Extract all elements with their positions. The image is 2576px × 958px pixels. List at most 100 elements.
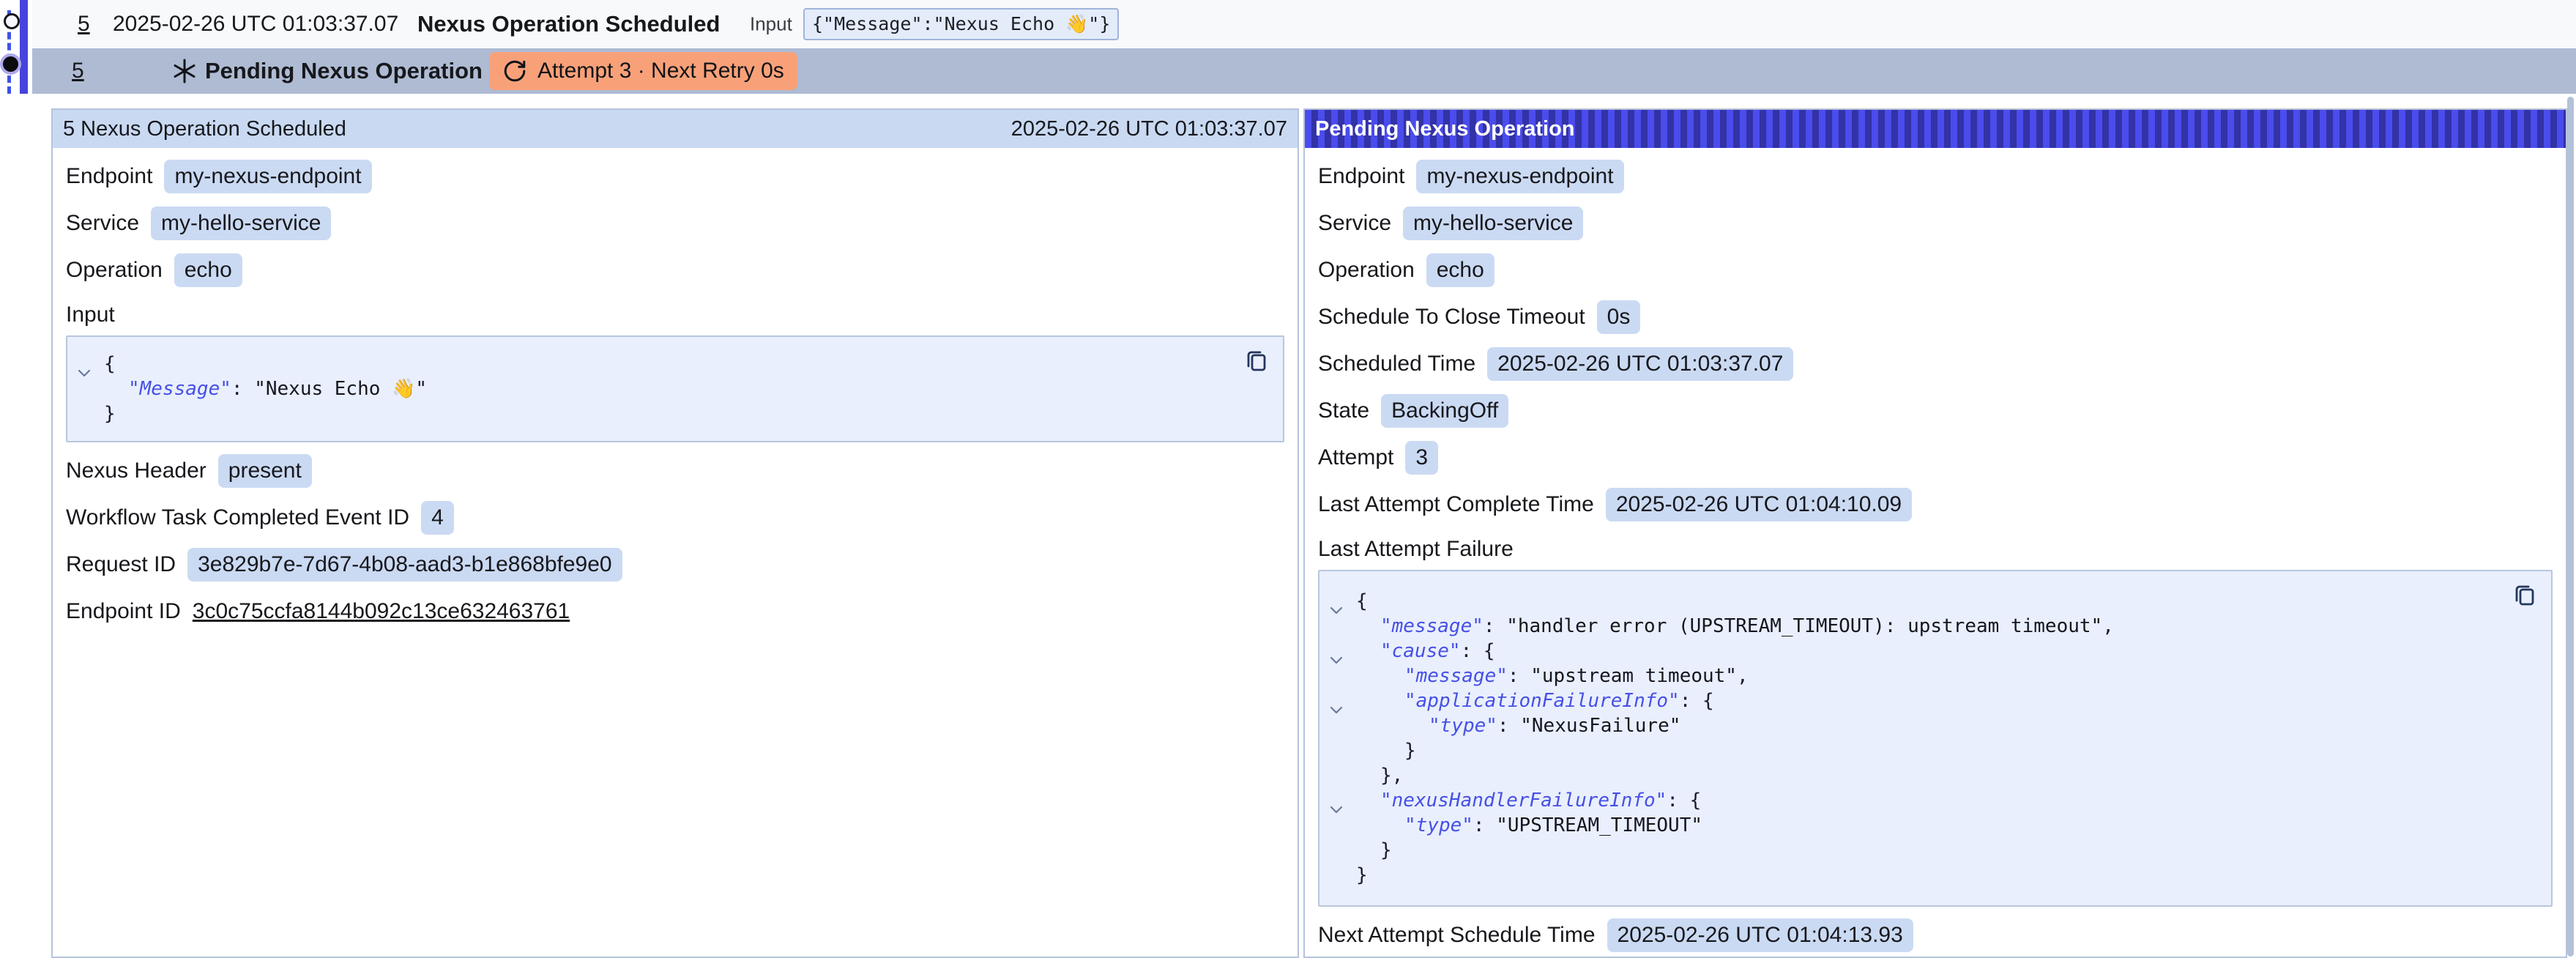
- refresh-icon: [502, 59, 527, 83]
- scheduled-time-chip: 2025-02-26 UTC 01:03:37.07: [1487, 347, 1793, 381]
- schedule-to-close-timeout-label: Schedule To Close Timeout: [1318, 305, 1585, 330]
- wtce-field: Workflow Task Completed Event ID 4: [66, 501, 1284, 535]
- pending-operation-header-title: Pending Nexus Operation: [1315, 117, 1575, 141]
- json-line-text: "nexusHandlerFailureInfo": {: [1356, 790, 1701, 812]
- json-line: "message": "handler error (UPSTREAM_TIME…: [1319, 614, 2507, 639]
- scheduled-time-label: Scheduled Time: [1318, 352, 1475, 376]
- state-chip: BackingOff: [1381, 394, 1508, 428]
- operation-label: Operation: [66, 258, 163, 283]
- last-attempt-complete-time-field: Last Attempt Complete Time 2025-02-26 UT…: [1318, 488, 2553, 521]
- input-json-block: { "Message": "Nexus Echo 👋"}: [66, 335, 1284, 442]
- retry-badge: Attempt 3 · Next Retry 0s: [489, 52, 797, 90]
- timeline-event-row[interactable]: 5 2025-02-26 UTC 01:03:37.07 Nexus Opera…: [32, 0, 2576, 48]
- json-line: "cause": {: [1319, 639, 2507, 664]
- event-detail-panel: 5 Nexus Operation Scheduled 2025-02-26 U…: [51, 108, 1299, 958]
- endpoint-label: Endpoint: [66, 164, 152, 189]
- copy-icon: [1243, 365, 1270, 376]
- last-attempt-failure-json-block: { "message": "handler error (UPSTREAM_TIM…: [1318, 570, 2553, 907]
- event-detail-header: 5 Nexus Operation Scheduled 2025-02-26 U…: [53, 110, 1298, 148]
- json-line-text: }: [104, 403, 116, 425]
- json-line-text: },: [1356, 765, 1403, 787]
- operation-field: Operation echo: [66, 253, 1284, 287]
- copy-button[interactable]: [1242, 347, 1271, 376]
- json-line: }: [1319, 863, 2507, 888]
- json-line: }: [1319, 738, 2507, 763]
- wtce-value-chip: 4: [421, 501, 454, 535]
- json-line-text: "Message": "Nexus Echo 👋": [104, 378, 427, 400]
- service-field: Service my-hello-service: [1318, 207, 2553, 240]
- json-line: }: [1319, 838, 2507, 863]
- json-line-text: "applicationFailureInfo": {: [1356, 690, 1714, 712]
- json-line: "nexusHandlerFailureInfo": {: [1319, 788, 2507, 813]
- wtce-label: Workflow Task Completed Event ID: [66, 505, 409, 530]
- event-input-label: Input: [750, 13, 792, 36]
- state-field: State BackingOff: [1318, 394, 2553, 428]
- endpoint-field: Endpoint my-nexus-endpoint: [1318, 160, 2553, 193]
- vertical-scrollbar[interactable]: [2567, 97, 2574, 957]
- endpoint-id-field: Endpoint ID 3c0c75ccfa8144b092c13ce63246…: [66, 595, 1284, 628]
- last-attempt-complete-time-chip: 2025-02-26 UTC 01:04:10.09: [1606, 488, 1912, 521]
- endpoint-id-link[interactable]: 3c0c75ccfa8144b092c13ce632463761: [193, 599, 570, 624]
- json-line-text: "type": "UPSTREAM_TIMEOUT": [1356, 814, 1702, 836]
- event-detail-header-title: 5 Nexus Operation Scheduled: [63, 117, 346, 141]
- pending-event-id-link[interactable]: 5: [72, 59, 84, 83]
- json-line: "Message": "Nexus Echo 👋": [67, 376, 1239, 401]
- json-line: "type": "UPSTREAM_TIMEOUT": [1319, 813, 2507, 838]
- timeline-active-bar: [20, 0, 28, 94]
- schedule-to-close-timeout-chip: 0s: [1597, 300, 1641, 334]
- pending-operation-header: Pending Nexus Operation: [1305, 110, 2566, 148]
- copy-icon: [2512, 600, 2538, 611]
- event-timestamp: 2025-02-26 UTC 01:03:37.07: [113, 12, 398, 37]
- timeline-pending-row[interactable]: 5 Pending Nexus Operation Attempt 3 · Ne…: [32, 48, 2576, 94]
- copy-button[interactable]: [2510, 582, 2539, 611]
- event-input-chip: {"Message":"Nexus Echo 👋"}: [803, 8, 1119, 40]
- state-label: State: [1318, 398, 1369, 423]
- json-line: {: [67, 352, 1239, 376]
- next-attempt-schedule-time-label: Next Attempt Schedule Time: [1318, 923, 1596, 948]
- attempt-field: Attempt 3: [1318, 441, 2553, 475]
- request-id-value-chip: 3e829b7e-7d67-4b08-aad3-b1e868bfe9e0: [187, 548, 622, 582]
- input-section-label: Input: [66, 300, 1284, 330]
- event-marker-open-circle-icon: [4, 13, 20, 29]
- retry-badge-text: Attempt 3 · Next Retry 0s: [537, 59, 784, 83]
- json-line: }: [67, 401, 1239, 426]
- request-id-field: Request ID 3e829b7e-7d67-4b08-aad3-b1e86…: [66, 548, 1284, 582]
- json-line-text: {: [1356, 590, 1368, 612]
- schedule-to-close-timeout-field: Schedule To Close Timeout 0s: [1318, 300, 2553, 334]
- attempt-label: Attempt: [1318, 445, 1393, 470]
- json-line: "applicationFailureInfo": {: [1319, 688, 2507, 713]
- scheduled-time-field: Scheduled Time 2025-02-26 UTC 01:03:37.0…: [1318, 347, 2553, 381]
- endpoint-id-label: Endpoint ID: [66, 599, 181, 624]
- event-title: Nexus Operation Scheduled: [417, 11, 720, 37]
- json-line-text: {: [104, 353, 116, 375]
- nexus-header-label: Nexus Header: [66, 458, 206, 483]
- nexus-header-value-chip: present: [218, 454, 312, 488]
- pending-title: Pending Nexus Operation: [205, 58, 483, 84]
- service-value-chip: my-hello-service: [1403, 207, 1583, 240]
- service-label: Service: [66, 211, 139, 236]
- operation-label: Operation: [1318, 258, 1415, 283]
- last-attempt-complete-time-label: Last Attempt Complete Time: [1318, 492, 1594, 517]
- endpoint-field: Endpoint my-nexus-endpoint: [66, 160, 1284, 193]
- json-line: "type": "NexusFailure": [1319, 713, 2507, 738]
- service-field: Service my-hello-service: [66, 207, 1284, 240]
- json-line-text: "message": "handler error (UPSTREAM_TIME…: [1356, 615, 2114, 637]
- endpoint-label: Endpoint: [1318, 164, 1404, 189]
- json-line-text: }: [1356, 864, 1368, 886]
- json-line: {: [1319, 589, 2507, 614]
- json-line-text: }: [1356, 839, 1392, 861]
- endpoint-value-chip: my-nexus-endpoint: [164, 160, 371, 193]
- event-marker-filled-circle-icon: [3, 56, 18, 72]
- request-id-label: Request ID: [66, 552, 176, 577]
- pending-operation-panel: Pending Nexus Operation Endpoint my-nexu…: [1303, 108, 2567, 958]
- service-value-chip: my-hello-service: [151, 207, 331, 240]
- operation-field: Operation echo: [1318, 253, 2553, 287]
- json-line-text: "type": "NexusFailure": [1356, 715, 1680, 737]
- event-id-link[interactable]: 5: [78, 12, 90, 37]
- service-label: Service: [1318, 211, 1391, 236]
- event-detail-header-timestamp: 2025-02-26 UTC 01:03:37.07: [1011, 117, 1287, 141]
- json-line-text: "cause": {: [1356, 640, 1495, 662]
- json-line-text: "message": "upstream timeout",: [1356, 665, 1749, 687]
- endpoint-value-chip: my-nexus-endpoint: [1416, 160, 1623, 193]
- next-attempt-schedule-time-chip: 2025-02-26 UTC 01:04:13.93: [1607, 918, 1913, 952]
